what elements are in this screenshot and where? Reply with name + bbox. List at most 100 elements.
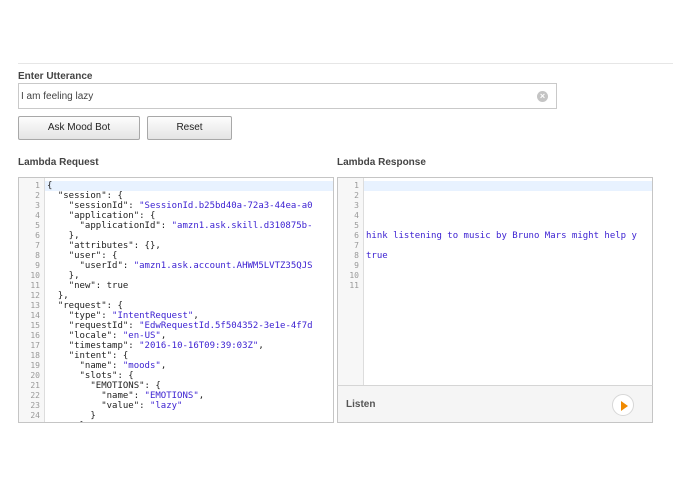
line-number: 14 — [30, 311, 40, 320]
code-text: "request": { — [57, 301, 123, 311]
request-code-line: 17 "timestamp": "2016-10-16T09:39:03Z", — [19, 341, 333, 351]
response-code-line: 10 — [338, 271, 652, 281]
request-code-line: 4 "application": { — [19, 211, 333, 221]
code-text: } — [47, 411, 96, 421]
code-text: "session": { — [57, 191, 123, 201]
response-code-line: 9 — [338, 261, 652, 271]
code-text: { — [47, 181, 53, 191]
line-number: 22 — [30, 391, 40, 400]
request-code-line: 24 } — [19, 411, 333, 421]
request-code-line: 8 "user": { — [19, 251, 333, 261]
response-code-line: 3 — [338, 201, 652, 211]
code-text: "locale": "en-US", — [68, 331, 167, 341]
code-text: } — [47, 421, 85, 422]
line-number: 18 — [30, 351, 40, 360]
line-number: 2 — [354, 191, 359, 200]
line-number: 8 — [35, 251, 40, 260]
line-number: 21 — [30, 381, 40, 390]
response-code-line: 5 — [338, 221, 652, 231]
line-number: 15 — [30, 321, 40, 330]
line-number: 7 — [354, 241, 359, 250]
request-code-line: 18 "intent": { — [19, 351, 333, 361]
code-text: "name": "EMOTIONS", — [101, 391, 205, 401]
request-code-line: 7 "attributes": {}, — [19, 241, 333, 251]
reset-button[interactable]: Reset — [147, 116, 232, 140]
code-text: "user": { — [68, 251, 118, 261]
lambda-response-label: Lambda Response — [337, 157, 426, 168]
listen-label: Listen — [346, 399, 376, 410]
response-code-line: 7 — [338, 241, 652, 251]
utterance-input[interactable] — [18, 83, 557, 109]
response-code-line: 1 — [338, 181, 652, 191]
code-text: "type": "IntentRequest", — [68, 311, 199, 321]
line-number: 11 — [30, 281, 40, 290]
code-text: "applicationId": "amzn1.ask.skill.d31087… — [79, 221, 313, 231]
line-number: 17 — [30, 341, 40, 350]
code-text: "userId": "amzn1.ask.account.AHWM5LVTZ35… — [79, 261, 313, 271]
lambda-request-label: Lambda Request — [18, 157, 99, 168]
line-number: 3 — [35, 201, 40, 210]
line-number: 24 — [30, 411, 40, 420]
request-code-line: 10 }, — [19, 271, 333, 281]
line-number: 6 — [35, 231, 40, 240]
code-text: "new": true — [68, 281, 129, 291]
request-code-line: 22 "name": "EMOTIONS", — [19, 391, 333, 401]
top-divider — [18, 63, 673, 64]
code-text: }, — [47, 271, 80, 281]
line-number: 10 — [349, 271, 359, 280]
code-text: hink listening to music by Bruno Mars mi… — [366, 231, 637, 241]
line-number: 8 — [354, 251, 359, 260]
line-number: 20 — [30, 371, 40, 380]
code-text: }, — [47, 291, 69, 301]
response-code-line: 11 — [338, 281, 652, 291]
utterance-label: Enter Utterance — [18, 71, 93, 82]
code-text: "name": "moods", — [79, 361, 167, 371]
request-code-line: 25 } — [19, 421, 333, 422]
line-number: 1 — [354, 181, 359, 190]
request-code-line: 2 "session": { — [19, 191, 333, 201]
line-number: 5 — [354, 221, 359, 230]
response-code-line: 2 — [338, 191, 652, 201]
line-number: 7 — [35, 241, 40, 250]
code-text: "value": "lazy" — [101, 401, 183, 411]
request-code-line: 6 }, — [19, 231, 333, 241]
line-number: 3 — [354, 201, 359, 210]
line-number: 12 — [30, 291, 40, 300]
response-code-line: 8 true — [338, 251, 652, 261]
line-number: 16 — [30, 331, 40, 340]
line-number: 23 — [30, 401, 40, 410]
lambda-response-editor[interactable]: 1 2 3 4 5 6 hink listening to music by Bruno M… — [337, 177, 653, 386]
line-number: 5 — [35, 221, 40, 230]
line-number: 9 — [354, 261, 359, 270]
line-number: 11 — [349, 281, 359, 290]
code-text: true — [366, 251, 388, 261]
request-code-line: 21 "EMOTIONS": { — [19, 381, 333, 391]
line-number: 13 — [30, 301, 40, 310]
line-number: 25 — [19, 421, 40, 422]
request-code-line: 11 "new": true — [19, 281, 333, 291]
request-code-line: 15 "requestId": "EdwRequestId.5f504352-3… — [19, 321, 333, 331]
clear-icon[interactable]: × — [537, 91, 548, 102]
line-number: 10 — [30, 271, 40, 280]
request-code-line: 9 "userId": "amzn1.ask.account.AHWM5LVTZ… — [19, 261, 333, 271]
code-text: "timestamp": "2016-10-16T09:39:03Z", — [68, 341, 264, 351]
line-number: 19 — [30, 361, 40, 370]
lambda-request-editor[interactable]: 1{2 "session": {3 "sessionId": "SessionI… — [18, 177, 334, 423]
line-number: 4 — [35, 211, 40, 220]
code-text: "requestId": "EdwRequestId.5f504352-3e1e… — [68, 321, 313, 331]
code-text: "sessionId": "SessionId.b25bd40a-72a3-44… — [68, 201, 313, 211]
line-number: 9 — [35, 261, 40, 270]
response-footer: Listen — [337, 385, 653, 423]
request-code-line: 13 "request": { — [19, 301, 333, 311]
request-code-line: 14 "type": "IntentRequest", — [19, 311, 333, 321]
request-code-line: 3 "sessionId": "SessionId.b25bd40a-72a3-… — [19, 201, 333, 211]
code-text: "EMOTIONS": { — [90, 381, 161, 391]
play-icon[interactable] — [612, 394, 634, 416]
line-number: 4 — [354, 211, 359, 220]
request-code-line: 16 "locale": "en-US", — [19, 331, 333, 341]
code-text: "slots": { — [79, 371, 134, 381]
line-number: 2 — [35, 191, 40, 200]
line-number: 6 — [354, 231, 359, 240]
request-code-line: 1{ — [19, 181, 333, 191]
ask-mood-bot-button[interactable]: Ask Mood Bot — [18, 116, 140, 140]
